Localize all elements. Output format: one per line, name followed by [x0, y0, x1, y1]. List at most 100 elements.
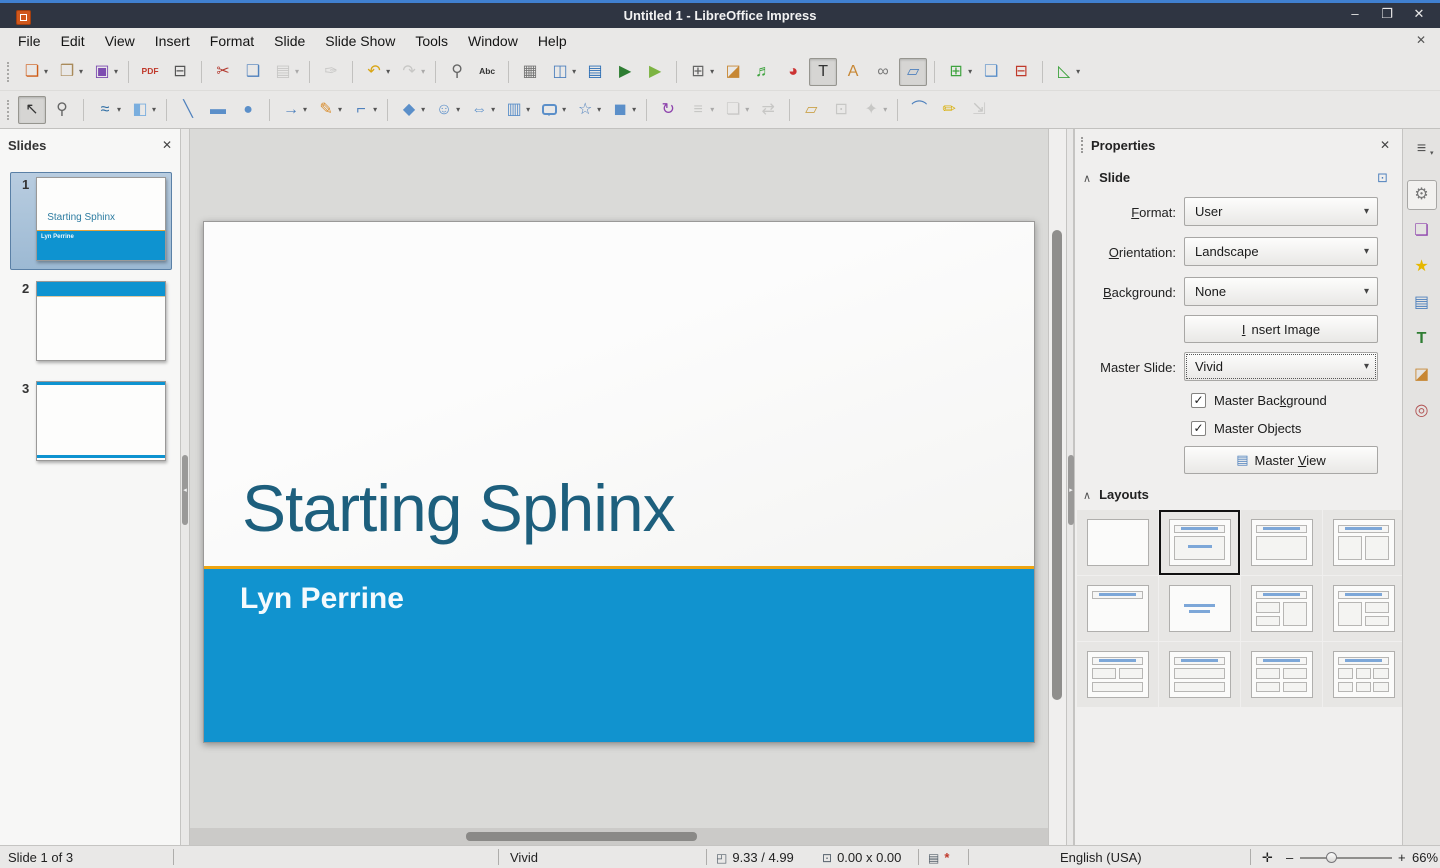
gallery-tab[interactable]: ◪: [1407, 360, 1437, 390]
menu-slide[interactable]: Slide: [264, 33, 315, 49]
zoom-slider-thumb[interactable]: [1326, 852, 1337, 863]
master-objects-checkbox[interactable]: ✓: [1191, 421, 1206, 436]
more-options-icon[interactable]: ⊡: [1377, 170, 1388, 186]
background-dropdown[interactable]: None ▾: [1184, 277, 1378, 306]
horizontal-scrollbar[interactable]: [190, 828, 1048, 845]
master-slide-button[interactable]: ▤: [581, 58, 609, 86]
slides-panel-splitter[interactable]: ◂: [180, 129, 190, 845]
delete-slide-button[interactable]: ⊟: [1007, 58, 1035, 86]
new-button[interactable]: ❏▾: [18, 58, 51, 86]
rotate-button[interactable]: ↻: [654, 96, 682, 124]
master-slides-tab[interactable]: ▤: [1407, 288, 1437, 318]
show-draw-functions-button[interactable]: ▱: [899, 58, 927, 86]
insert-line-button[interactable]: ╲: [174, 96, 202, 124]
insert-fontwork-button[interactable]: A: [839, 58, 867, 86]
layout-title-content-over-content[interactable]: [1159, 642, 1240, 707]
layouts-section-header[interactable]: ∧Layouts: [1083, 487, 1149, 502]
menu-format[interactable]: Format: [200, 33, 264, 49]
horizontal-scrollbar-thumb[interactable]: [466, 832, 697, 841]
slide-editing-area[interactable]: Starting Sphinx Lyn Perrine: [203, 221, 1035, 743]
fill-color-button[interactable]: ◧▾: [126, 96, 159, 124]
insert-image-button[interactable]: Insert Image: [1184, 315, 1378, 343]
close-document-button[interactable]: ✕: [1416, 33, 1426, 47]
zoom-level-status[interactable]: 66%: [1412, 850, 1438, 865]
copy-button[interactable]: ❑: [239, 58, 267, 86]
minimize-button[interactable]: –: [1344, 6, 1366, 22]
stars-and-banners-button[interactable]: ☆▾: [571, 96, 604, 124]
slide-canvas[interactable]: Starting Sphinx Lyn Perrine: [190, 129, 1048, 828]
slide-title-text[interactable]: Starting Sphinx: [242, 470, 675, 546]
export-pdf-button[interactable]: PDF: [136, 58, 164, 86]
toolbar-grip[interactable]: [7, 62, 11, 82]
start-from-first-slide-button[interactable]: ▶: [611, 58, 639, 86]
start-from-current-slide-button[interactable]: ▶: [641, 58, 669, 86]
insert-table-button[interactable]: ⊞▾: [684, 58, 717, 86]
layout-blank[interactable]: [1077, 510, 1158, 575]
layout-centered-text[interactable]: [1159, 576, 1240, 641]
layout-title-2content-content[interactable]: [1241, 576, 1322, 641]
select-button[interactable]: ↖: [18, 96, 46, 124]
layout-title-content[interactable]: [1241, 510, 1322, 575]
menu-tools[interactable]: Tools: [405, 33, 458, 49]
menu-file[interactable]: File: [8, 33, 51, 49]
find-and-replace-button[interactable]: ⚲: [443, 58, 471, 86]
layout-title-two-content[interactable]: [1323, 510, 1404, 575]
layout-title-content-2content[interactable]: [1323, 576, 1404, 641]
show-gluepoint-functions-button[interactable]: ✏: [935, 96, 963, 124]
basic-shapes-button[interactable]: ◆▾: [395, 96, 428, 124]
connectors-button[interactable]: ⌐▾: [347, 96, 380, 124]
master-background-checkbox[interactable]: ✓: [1191, 393, 1206, 408]
new-slide-button[interactable]: ⊞▾: [942, 58, 975, 86]
print-button[interactable]: ⊟: [166, 58, 194, 86]
zoom-out-button[interactable]: –: [1286, 850, 1293, 865]
spelling-button[interactable]: Abc: [473, 58, 501, 86]
layout-title-slide[interactable]: [1159, 510, 1240, 575]
zoom-pan-button[interactable]: ⚲: [48, 96, 76, 124]
menu-help[interactable]: Help: [528, 33, 577, 49]
zoom-in-button[interactable]: +: [1398, 850, 1406, 865]
flowchart-button[interactable]: ▥▾: [500, 96, 533, 124]
menu-view[interactable]: View: [95, 33, 145, 49]
orientation-dropdown[interactable]: Landscape ▾: [1184, 237, 1378, 266]
slides-panel-close-icon[interactable]: ✕: [162, 138, 172, 152]
helplines-while-moving-button[interactable]: ◺▾: [1050, 58, 1083, 86]
sidebar-splitter[interactable]: ▸: [1066, 129, 1074, 845]
undo-button[interactable]: ↶▾: [360, 58, 393, 86]
menu-window[interactable]: Window: [458, 33, 528, 49]
symbol-shapes-button[interactable]: ☺▾: [430, 96, 463, 124]
restore-button[interactable]: ❐: [1376, 6, 1398, 22]
insert-hyperlink-button[interactable]: ∞: [869, 58, 897, 86]
toolbar-grip[interactable]: [7, 100, 11, 120]
layout-title-6content[interactable]: [1323, 642, 1404, 707]
shadow-button[interactable]: ▱: [797, 96, 825, 124]
slide-2-thumbnail[interactable]: [36, 281, 166, 361]
ellipse-button[interactable]: ●: [234, 96, 262, 124]
slide-3-thumbnail[interactable]: [36, 381, 166, 461]
master-view-button[interactable]: ▤ Master View: [1184, 446, 1378, 474]
cut-button[interactable]: ✂: [209, 58, 237, 86]
duplicate-slide-button[interactable]: ❑: [977, 58, 1005, 86]
language-status[interactable]: English (USA): [1060, 850, 1142, 865]
insert-audio-video-button[interactable]: ♬: [749, 58, 777, 86]
callouts-button[interactable]: ▾: [535, 96, 569, 124]
properties-tab[interactable]: ⚙: [1407, 180, 1437, 210]
edit-points-button[interactable]: ⌒: [905, 96, 933, 124]
line-style-button[interactable]: ≈▾: [91, 96, 124, 124]
insert-image-button[interactable]: ◪: [719, 58, 747, 86]
display-grid-button[interactable]: ▦: [516, 58, 544, 86]
master-slide-dropdown[interactable]: Vivid ▾: [1184, 352, 1378, 381]
save-button[interactable]: ▣▾: [88, 58, 121, 86]
insert-chart-button[interactable]: ◕: [779, 58, 807, 86]
menu-edit[interactable]: Edit: [51, 33, 95, 49]
format-dropdown[interactable]: User ▾: [1184, 197, 1378, 226]
vertical-scrollbar-thumb[interactable]: [1052, 230, 1062, 700]
vertical-scrollbar[interactable]: [1048, 129, 1066, 845]
slide-1-thumbnail[interactable]: Starting Sphinx Lyn Perrine: [36, 177, 166, 261]
sidebar-settings-button[interactable]: ≡▾: [1407, 134, 1437, 164]
block-arrows-button[interactable]: ⇔▾: [465, 96, 498, 124]
layout-title-only[interactable]: [1077, 576, 1158, 641]
rectangle-button[interactable]: ▬: [204, 96, 232, 124]
collapse-left-handle[interactable]: ◂: [182, 455, 188, 525]
zoom-slider-track[interactable]: [1300, 857, 1392, 859]
lines-and-arrows-button[interactable]: →▾: [277, 96, 310, 124]
